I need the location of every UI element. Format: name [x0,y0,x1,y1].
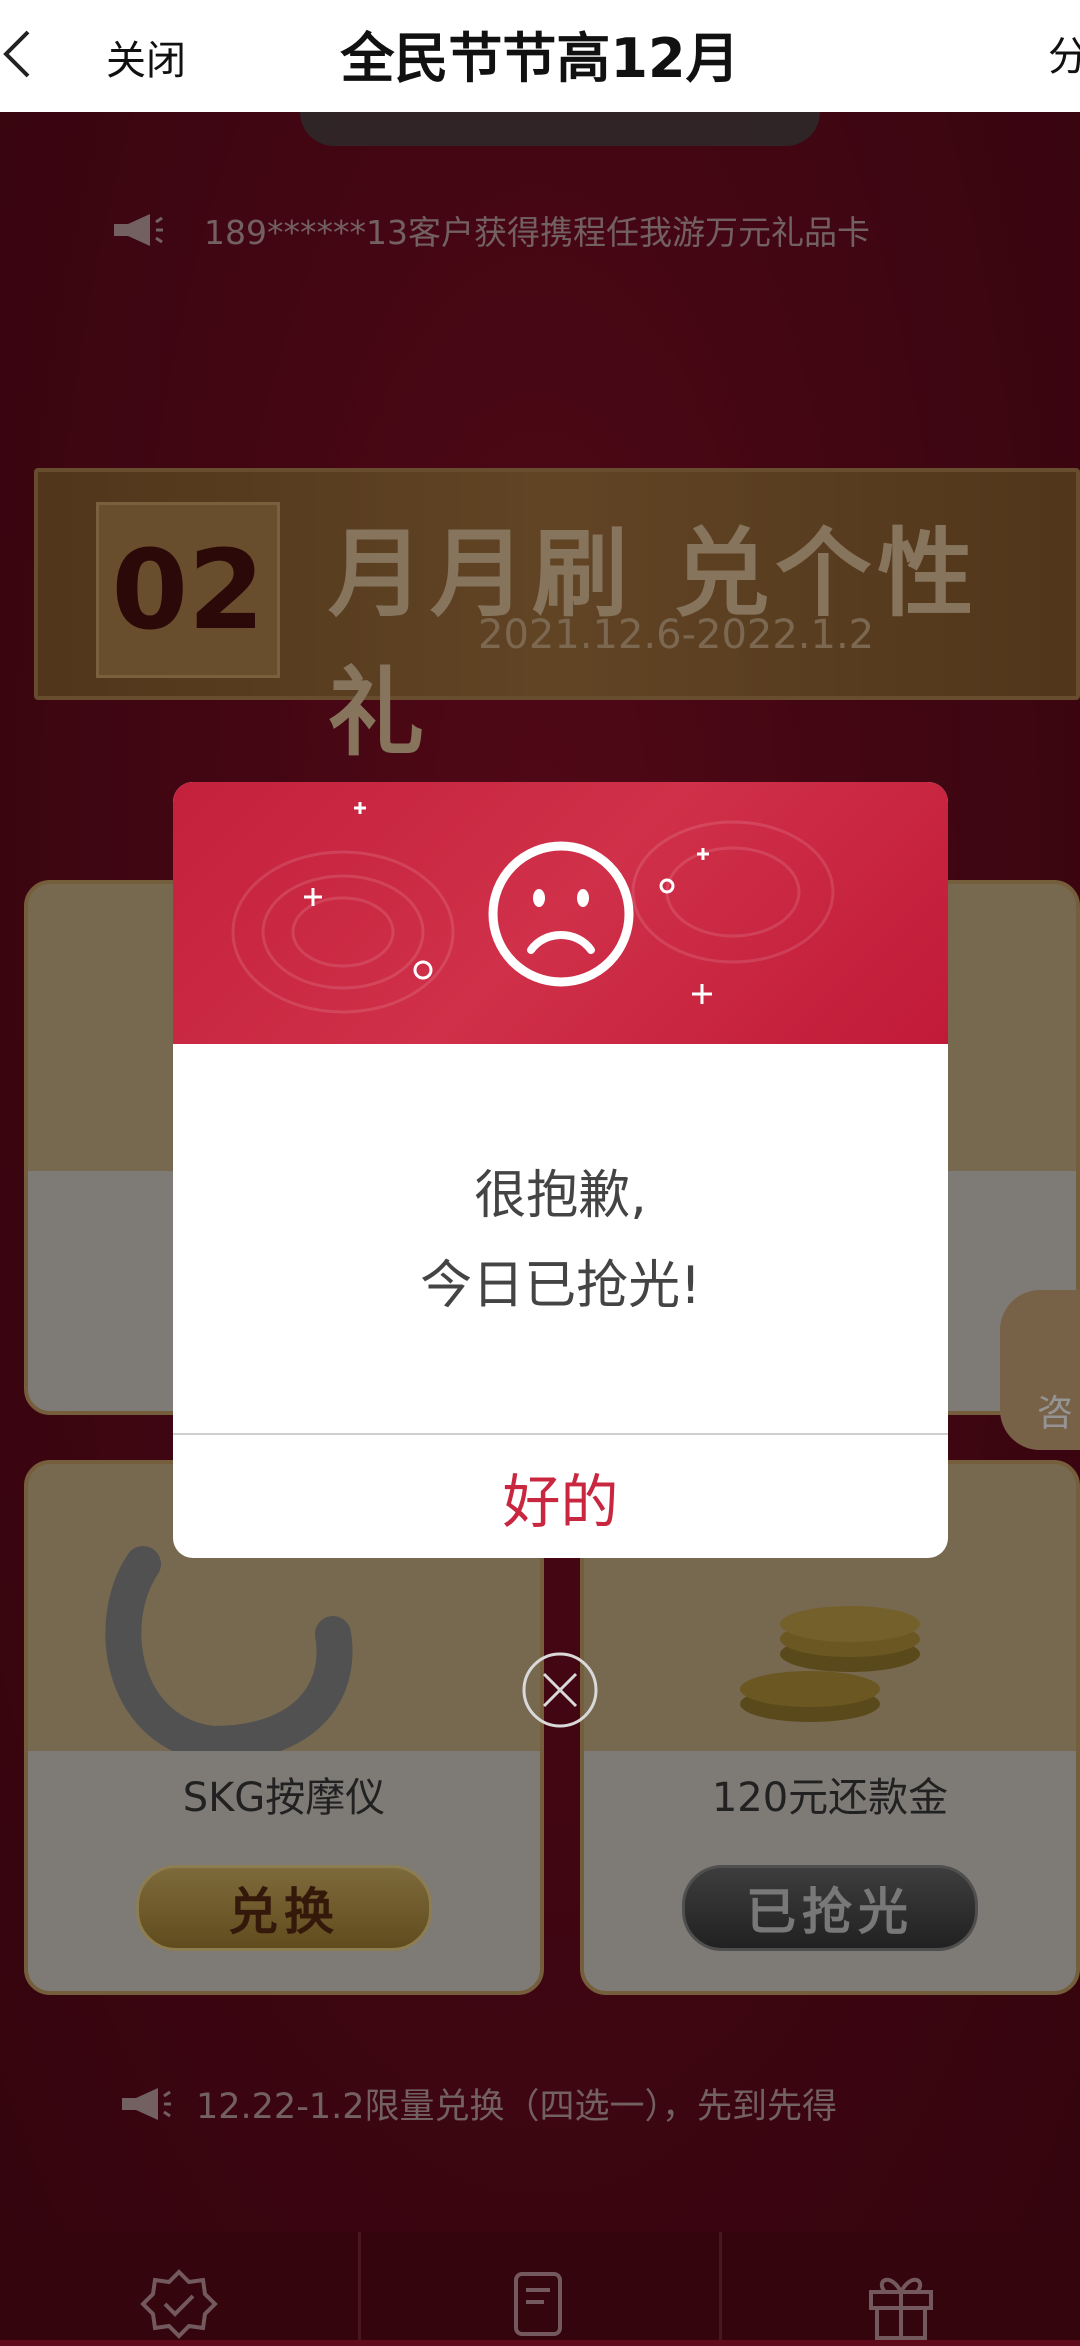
dialog-header [173,782,948,1044]
sad-face-icon [488,841,634,987]
dialog-message-line2: 今日已抢光! [420,1256,701,1316]
page-title: 全民节节高12月 [340,27,740,90]
dialog-message-line1: 很抱歉, [474,1166,647,1226]
close-circle-icon[interactable] [520,1650,600,1730]
sold-out-dialog: 很抱歉, 今日已抢光! 好的 [173,782,948,1558]
ok-button[interactable]: 好的 [173,1435,948,1558]
top-app-bar: 关闭 全民节节高12月 分 [0,0,1080,113]
share-button[interactable]: 分 [1048,24,1080,82]
